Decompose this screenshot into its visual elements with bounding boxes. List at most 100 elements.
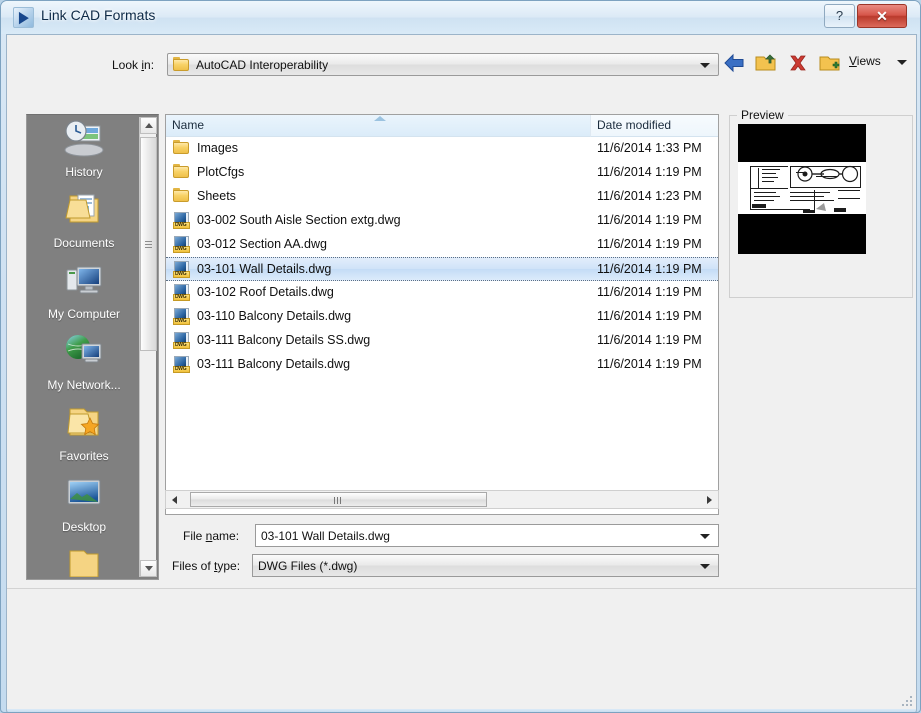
place-label: Desktop — [61, 520, 107, 534]
place-label: Documents — [53, 236, 115, 250]
file-list-view[interactable]: Name Date modified Images 11/6/2014 1:33 … — [165, 114, 719, 515]
folder-icon — [173, 188, 191, 206]
place-item-partial[interactable] — [29, 543, 139, 577]
place-label: My Computer — [47, 307, 121, 321]
file-list-row[interactable]: DWG 03-002 South Aisle Section extg.dwg 11… — [166, 209, 718, 233]
views-label: iews — [856, 54, 881, 68]
file-name-cell: 03-102 Roof Details.dwg — [197, 285, 334, 299]
chevron-down-icon — [897, 60, 907, 65]
scroll-up-button[interactable] — [140, 117, 157, 134]
my-network-places-icon — [29, 330, 139, 378]
file-list-row[interactable]: DWG 03-012 Section AA.dwg 11/6/2014 1:19 P… — [166, 233, 718, 257]
files-of-type-label: Files of type: — [172, 559, 241, 573]
file-list-row[interactable]: Images 11/6/2014 1:33 PM — [166, 137, 718, 161]
dwg-file-icon: DWG — [173, 332, 191, 350]
dwg-file-icon: DWG — [173, 284, 191, 302]
delete-icon[interactable] — [785, 51, 811, 75]
up-one-level-icon[interactable] — [753, 51, 779, 75]
folder-icon — [173, 140, 191, 158]
link-cad-formats-dialog: ▶ Link CAD Formats ? ✕ Look in: AutoCAD … — [0, 0, 921, 713]
hscrollbar-thumb[interactable] — [190, 492, 487, 507]
window-title: Link CAD Formats — [41, 7, 156, 23]
views-button[interactable]: Views — [849, 54, 907, 68]
dwg-file-icon: DWG — [173, 308, 191, 326]
file-date-cell: 11/6/2014 1:19 PM — [597, 237, 702, 251]
scroll-down-button[interactable] — [140, 560, 157, 577]
file-date-cell: 11/6/2014 1:19 PM — [597, 309, 702, 323]
files-of-type-combobox[interactable]: DWG Files (*.dwg) — [252, 554, 719, 577]
file-list-row[interactable]: DWG 03-102 Roof Details.dwg 11/6/2014 1:19… — [166, 281, 718, 305]
help-button[interactable]: ? — [824, 4, 855, 28]
chevron-down-icon — [700, 63, 710, 68]
new-folder-icon[interactable] — [817, 51, 843, 75]
file-name-cell: PlotCfgs — [197, 165, 245, 179]
file-date-cell: 11/6/2014 1:19 PM — [597, 285, 702, 299]
preview-thumbnail — [738, 124, 866, 254]
dwg-file-icon: DWG — [173, 261, 191, 279]
resize-grip[interactable] — [900, 694, 912, 706]
file-list-row[interactable]: PlotCfgs 11/6/2014 1:19 PM — [166, 161, 718, 185]
file-list-row[interactable]: DWG 03-111 Balcony Details.dwg 11/6/2014 1… — [166, 353, 718, 377]
place-item-documents[interactable]: Documents — [29, 188, 139, 259]
file-date-cell: 11/6/2014 1:19 PM — [597, 333, 702, 347]
scroll-right-button[interactable] — [700, 491, 718, 508]
close-button[interactable]: ✕ — [857, 4, 907, 28]
desktop-icon — [29, 472, 139, 520]
file-list-header: Name Date modified — [166, 115, 718, 137]
history-icon — [29, 117, 139, 165]
back-arrow-icon[interactable] — [721, 51, 747, 75]
look-in-label: Look in: — [112, 58, 155, 72]
place-item-desktop[interactable]: Desktop — [29, 472, 139, 543]
file-name-cell: 03-101 Wall Details.dwg — [197, 262, 332, 276]
dwg-file-icon: DWG — [173, 236, 191, 254]
places-scrollbar[interactable] — [139, 117, 157, 577]
documents-folder-icon — [29, 188, 139, 236]
file-dialog-toolbar: Views — [717, 49, 913, 79]
dwg-file-icon: DWG — [173, 212, 191, 230]
preview-label: Preview — [737, 108, 788, 122]
file-list-row[interactable]: DWG 03-110 Balcony Details.dwg 11/6/2014 1… — [166, 305, 718, 329]
file-list-row[interactable]: DWG 03-101 Wall Details.dwg 11/6/2014 1:19… — [166, 257, 718, 281]
place-label: Favorites — [59, 449, 109, 463]
file-name-value: 03-101 Wall Details.dwg — [261, 529, 390, 543]
dwg-file-icon: DWG — [173, 356, 191, 374]
dialog-client-area: Look in: AutoCAD Interoperability Views … — [6, 34, 917, 709]
file-date-cell: 11/6/2014 1:19 PM — [597, 357, 702, 371]
favorites-folder-icon — [29, 401, 139, 449]
place-item-my-computer[interactable]: My Computer — [29, 259, 139, 330]
file-date-cell: 11/6/2014 1:19 PM — [597, 213, 702, 227]
place-item-my-network[interactable]: My Network... — [29, 330, 139, 401]
look-in-value: AutoCAD Interoperability — [196, 58, 329, 72]
my-computer-icon — [29, 259, 139, 307]
title-bar[interactable]: ▶ Link CAD Formats ? ✕ — [1, 1, 920, 34]
place-item-history[interactable]: History — [29, 117, 139, 188]
places-list[interactable]: History Documents My Computer My Network… — [29, 117, 139, 577]
file-list-hscrollbar[interactable] — [165, 490, 719, 509]
file-name-cell: Sheets — [197, 189, 236, 203]
file-name-cell: 03-110 Balcony Details.dwg — [197, 309, 352, 323]
place-label: History — [65, 165, 103, 179]
folder-icon — [173, 164, 191, 182]
look-in-combobox[interactable]: AutoCAD Interoperability — [167, 53, 719, 76]
file-list-row[interactable]: Sheets 11/6/2014 1:23 PM — [166, 185, 718, 209]
file-name-cell: 03-111 Balcony Details SS.dwg — [197, 333, 371, 347]
scrollbar-thumb[interactable] — [140, 137, 157, 351]
folder-icon — [173, 57, 190, 72]
file-date-cell: 11/6/2014 1:19 PM — [597, 165, 702, 179]
file-name-cell: Images — [197, 141, 238, 155]
chevron-down-icon[interactable] — [700, 534, 710, 539]
file-name-cell: 03-111 Balcony Details.dwg — [197, 357, 351, 371]
places-bar: History Documents My Computer My Network… — [26, 114, 159, 580]
file-name-input[interactable]: 03-101 Wall Details.dwg — [255, 524, 719, 547]
files-of-type-value: DWG Files (*.dwg) — [258, 559, 358, 573]
file-list-body[interactable]: Images 11/6/2014 1:33 PM PlotCfgs 11/6/2014… — [166, 137, 718, 493]
place-label: My Network... — [47, 378, 121, 392]
place-item-favorites[interactable]: Favorites — [29, 401, 139, 472]
file-date-cell: 11/6/2014 1:19 PM — [597, 262, 702, 276]
scroll-left-button[interactable] — [166, 491, 184, 508]
window-bottom-edge — [6, 709, 917, 712]
column-header-date-modified[interactable]: Date modified — [591, 115, 718, 137]
folder-icon — [29, 543, 139, 577]
file-list-row[interactable]: DWG 03-111 Balcony Details SS.dwg 11/6/201… — [166, 329, 718, 353]
options-panel: ✓ Current view only Colors: Preserve Lay… — [7, 589, 916, 708]
